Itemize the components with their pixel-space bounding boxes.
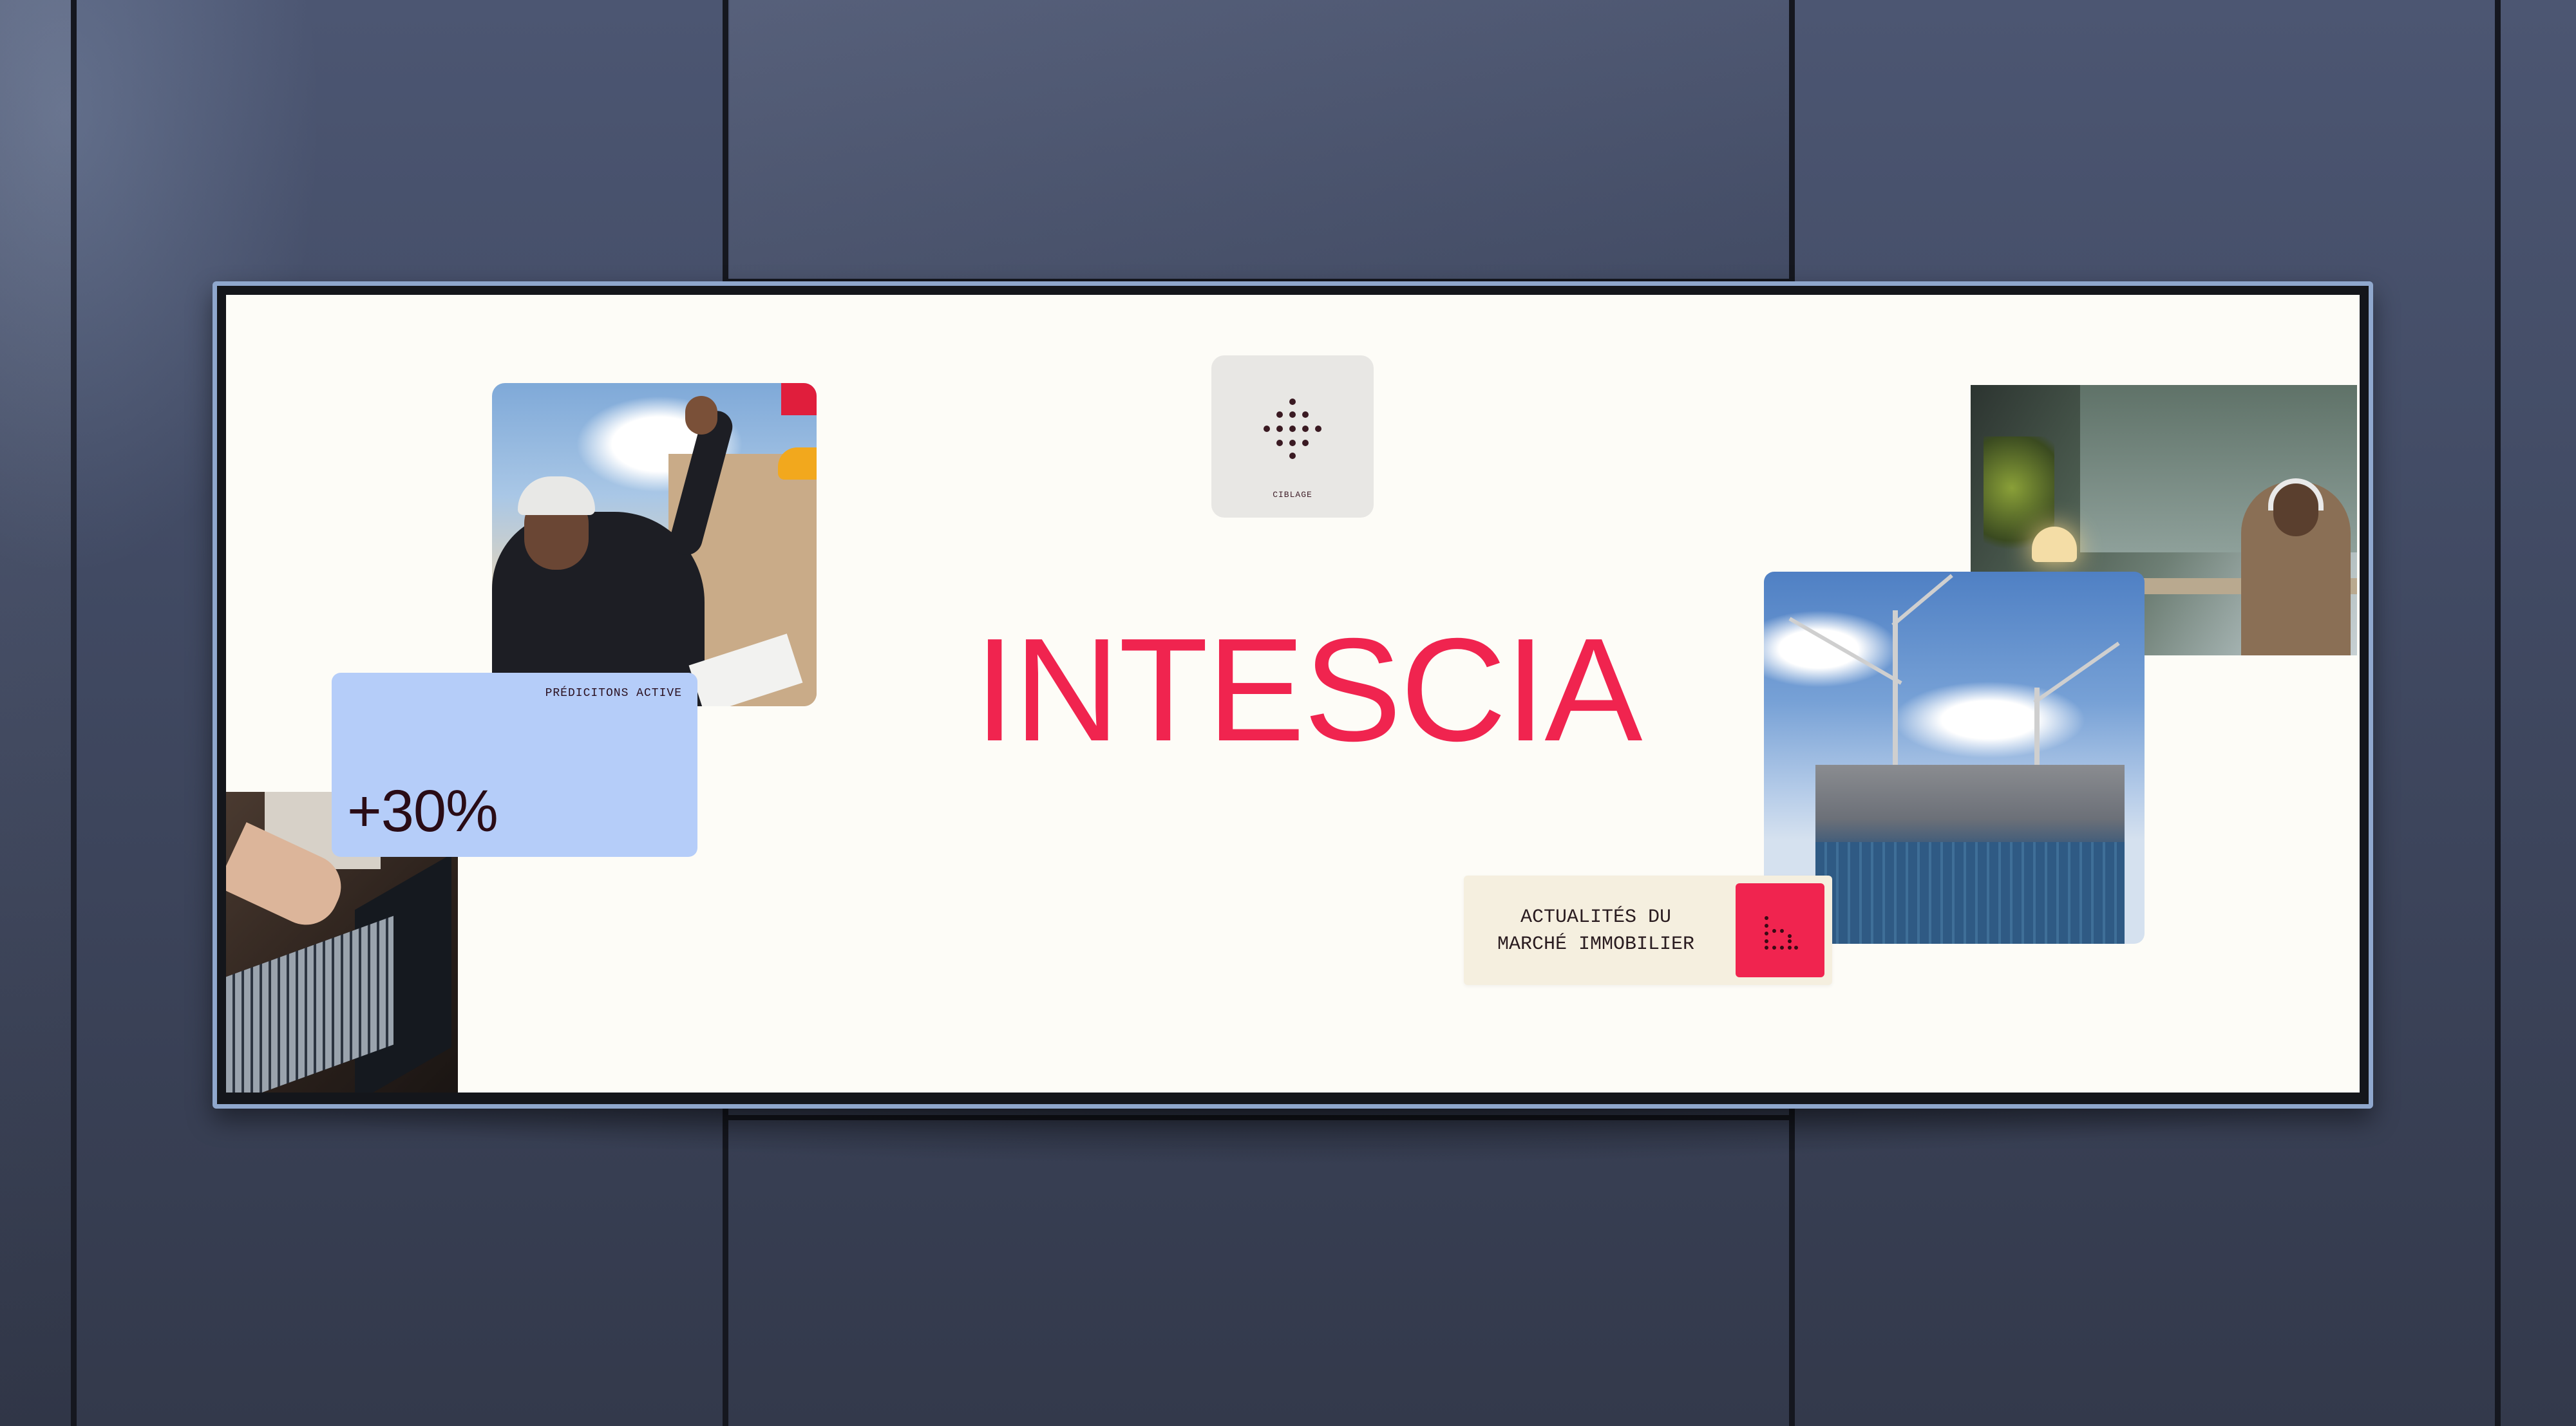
dot-grid-icon [1264,399,1321,459]
tv-bezel: PRÉDICITONS ACTIVE +30% CIBLAGE INTESCIA [217,286,2369,1104]
tv-screen: PRÉDICITONS ACTIVE +30% CIBLAGE INTESCIA [226,295,2360,1093]
wall-seam [2495,0,2501,1426]
news-line-1: ACTUALITÉS DU [1520,906,1672,928]
news-card: ACTUALITÉS DU MARCHÉ IMMOBILIER [1464,876,1832,985]
wall-seam [71,0,77,1426]
stat-card: PRÉDICITONS ACTIVE +30% [332,673,697,857]
wall-panel [0,0,74,1426]
stat-value: +30% [347,778,498,844]
wall-panel [730,0,1792,283]
ciblage-label: CIBLAGE [1273,490,1312,500]
dotted-corner-icon [1765,916,1798,950]
ciblage-tile: CIBLAGE [1211,355,1374,518]
brand-wordmark: INTESCIA [974,608,1643,772]
news-line-2: MARCHÉ IMMOBILIER [1497,933,1695,955]
news-text: ACTUALITÉS DU MARCHÉ IMMOBILIER [1490,904,1702,958]
photo-construction-workers [492,383,817,706]
stat-label: PRÉDICITONS ACTIVE [545,687,682,700]
tv-frame: PRÉDICITONS ACTIVE +30% CIBLAGE INTESCIA [213,281,2373,1109]
news-icon-tile [1736,883,1824,977]
